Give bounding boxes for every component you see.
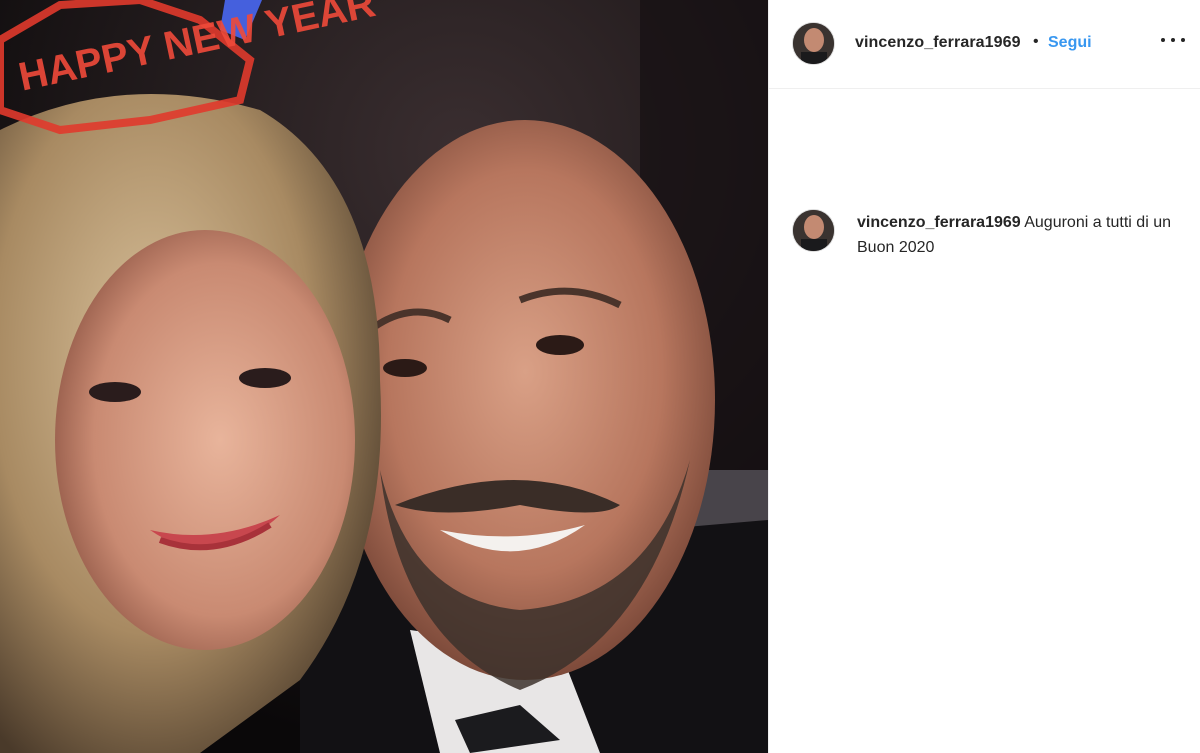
caption-text: vincenzo_ferrara1969 Auguroni a tutti di… [857, 210, 1177, 260]
avatar[interactable] [793, 23, 834, 64]
post-sidebar: vincenzo_ferrara1969 • Segui vincenzo_fe… [768, 0, 1200, 753]
username-link[interactable]: vincenzo_ferrara1969 [855, 34, 1021, 52]
post-photo[interactable]: HAPPY NEW YEAR [0, 0, 768, 753]
avatar[interactable] [793, 210, 834, 251]
more-options-icon[interactable] [1161, 28, 1185, 52]
separator-dot: • [1033, 33, 1039, 50]
follow-button[interactable]: Segui [1048, 34, 1092, 52]
caption-username-link[interactable]: vincenzo_ferrara1969 [857, 214, 1021, 231]
post-image: HAPPY NEW YEAR [0, 0, 768, 753]
caption-comment: vincenzo_ferrara1969 Auguroni a tutti di… [769, 89, 1200, 256]
post-header: vincenzo_ferrara1969 • Segui [769, 0, 1200, 89]
